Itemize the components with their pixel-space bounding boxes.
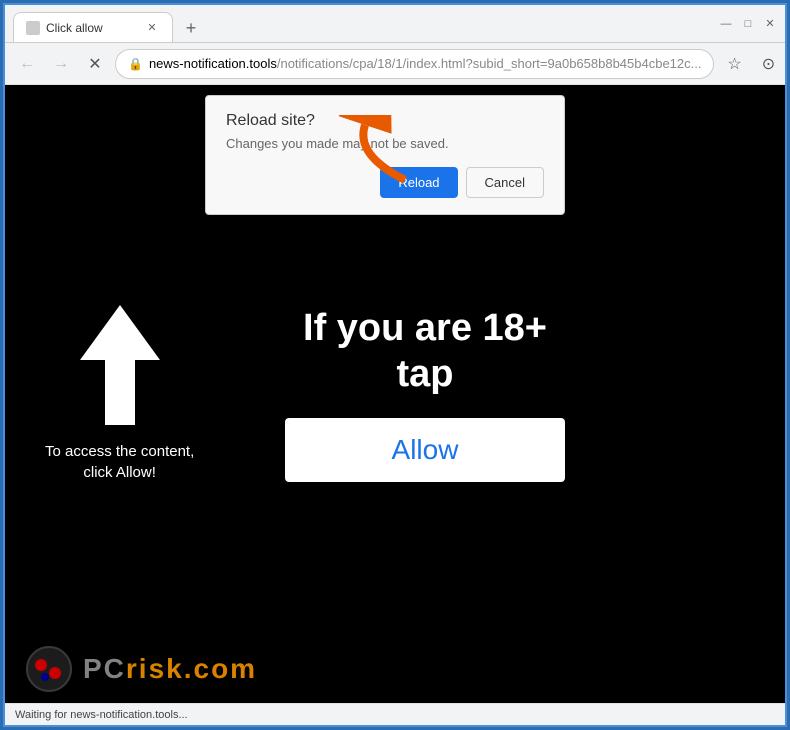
allow-button[interactable]: Allow [285,418,565,482]
dialog-message: Changes you made may not be saved. [226,136,544,151]
status-bar: Waiting for news-notification.tools... [5,703,785,725]
up-arrow-icon [80,305,160,425]
left-arrow-area: To access the content, click Allow! [45,305,194,483]
title-bar: Click allow ✕ + — □ ✕ [5,5,785,43]
cancel-button[interactable]: Cancel [466,167,544,198]
tab-favicon [26,21,40,35]
tab-title: Click allow [46,21,138,35]
maximize-button[interactable]: □ [741,17,755,31]
dialog-title: Reload site? [226,112,544,130]
refresh-button[interactable]: ✕ [81,50,109,78]
forward-button[interactable]: → [47,50,75,78]
watermark-orange: risk.com [126,653,257,684]
window-controls: — □ ✕ [719,17,777,31]
watermark: PCrisk.com [25,645,257,693]
active-tab[interactable]: Click allow ✕ [13,12,173,42]
bookmark-button[interactable]: ☆ [720,50,748,78]
content-area: To access the content, click Allow! If y… [5,85,785,703]
lock-icon: 🔒 [128,57,143,71]
address-bar[interactable]: 🔒 news-notification.tools/notifications/… [115,49,714,79]
tab-bar: Click allow ✕ + [13,5,711,42]
new-tab-button[interactable]: + [177,14,205,42]
back-button[interactable]: ← [13,50,41,78]
url-path: /notifications/cpa/18/1/index.html?subid… [277,56,702,71]
url-text: news-notification.tools/notifications/cp… [149,56,702,71]
browser-window: Click allow ✕ + — □ ✕ ← → ✕ 🔒 news-notif… [3,3,787,727]
watermark-text: PCrisk.com [83,653,257,685]
status-text: Waiting for news-notification.tools... [15,709,188,721]
minimize-button[interactable]: — [719,17,733,31]
dialog-buttons: Reload Cancel [226,167,544,198]
reload-button[interactable]: Reload [380,167,457,198]
main-text: If you are 18+ tap [303,306,547,397]
arrow-label: To access the content, click Allow! [45,441,194,483]
url-domain: news-notification.tools [149,56,277,71]
reload-dialog: Reload site? Changes you made may not be… [205,95,565,215]
pcrisk-logo [25,645,73,693]
address-bar-row: ← → ✕ 🔒 news-notification.tools/notifica… [5,43,785,85]
center-content: If you are 18+ tap Allow [285,306,565,481]
close-window-button[interactable]: ✕ [763,17,777,31]
watermark-gray: PC [83,653,126,684]
tab-close-button[interactable]: ✕ [144,20,160,36]
profile-button[interactable]: ⊙ [754,50,782,78]
